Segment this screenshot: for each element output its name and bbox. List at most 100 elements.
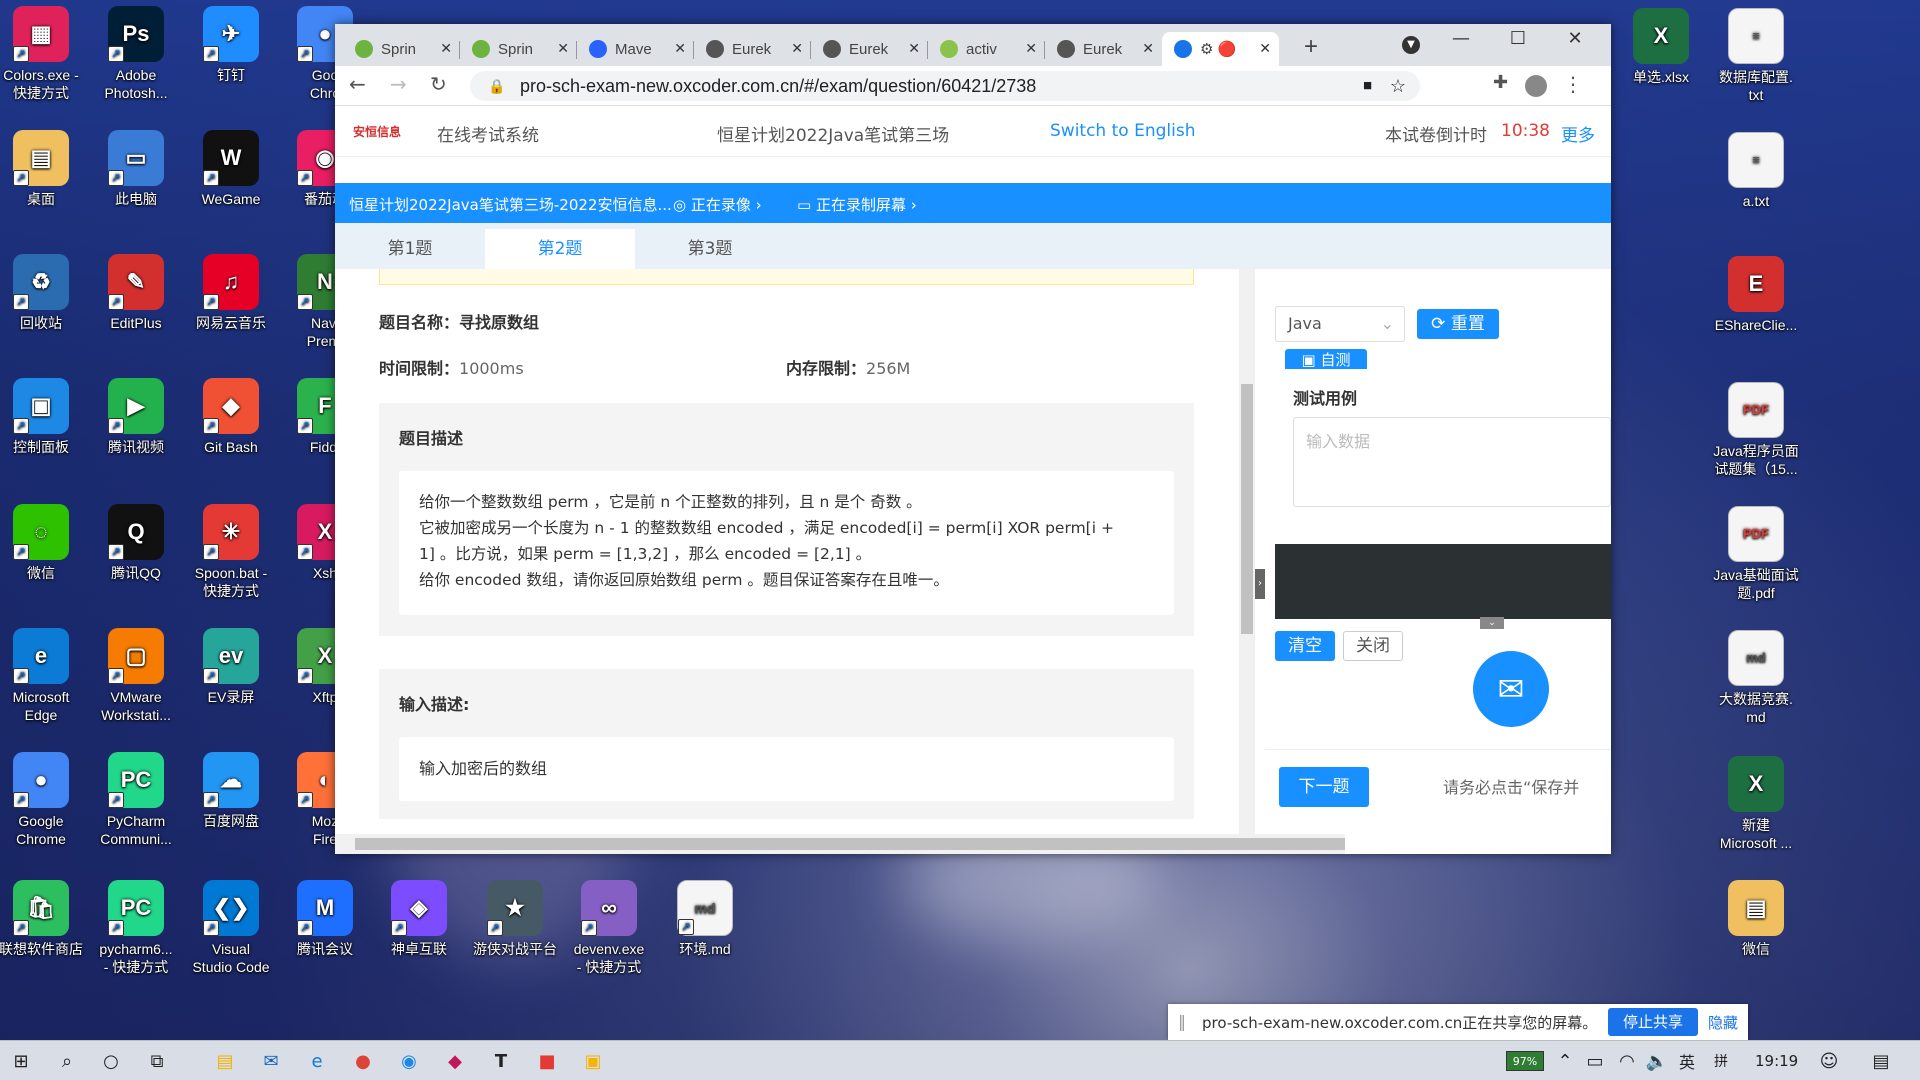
desktop-icon[interactable]: md ↗ 环境.md (658, 880, 752, 958)
profile-avatar[interactable] (1525, 75, 1547, 97)
browser-tab[interactable]: Sprin ✕ (343, 32, 460, 66)
drag-handle-icon[interactable]: ‖ (1178, 1012, 1186, 1031)
back-icon[interactable]: ← (349, 72, 366, 96)
url-field[interactable]: 🔒 pro-sch-exam-new.oxcoder.com.cn/#/exam… (470, 71, 1420, 101)
vertical-scrollbar[interactable] (1239, 269, 1255, 834)
close-tab-icon[interactable]: ✕ (557, 40, 569, 57)
desktop-icon[interactable]: ☁ ↗ 百度网盘 (184, 752, 278, 830)
start-button[interactable]: ⊞ (6, 1047, 36, 1075)
lock-icon[interactable]: 🔒 (488, 71, 505, 101)
ime-mode[interactable]: 拼 (1706, 1047, 1736, 1075)
desktop-icon[interactable]: ● ↗ Google Chrome (0, 752, 88, 848)
desktop-icon[interactable]: W ↗ WeGame (184, 130, 278, 208)
tab-question-3[interactable]: 第3题 (635, 229, 785, 269)
next-question-button[interactable]: 下一题 (1279, 767, 1369, 807)
panel-divider-handle[interactable]: › (1255, 569, 1265, 599)
notification-icon[interactable]: ▤ (1866, 1047, 1896, 1075)
horizontal-scroll-thumb[interactable] (355, 838, 1345, 850)
close-tab-icon[interactable]: ✕ (674, 40, 686, 57)
vertical-scroll-thumb[interactable] (1241, 384, 1253, 634)
chrome-icon[interactable]: ● (348, 1047, 378, 1075)
browser-tab[interactable]: activ ✕ (928, 32, 1045, 66)
desktop-icon[interactable]: ▦ ↗ Colors.exe - 快捷方式 (0, 6, 88, 102)
feedback-icon[interactable]: ☺ (1814, 1047, 1844, 1075)
menu-kebab-icon[interactable]: ⋮ (1563, 72, 1583, 96)
reload-icon[interactable]: ↻ (430, 72, 447, 96)
more-link[interactable]: 更多 (1561, 121, 1595, 146)
desktop-icon[interactable]: ▭ ↗ 此电脑 (89, 130, 183, 208)
minimize-button[interactable]: — (1436, 28, 1486, 49)
sticky-app-icon[interactable]: ▣ (578, 1047, 608, 1075)
desktop-icon[interactable]: ≡ a.txt (1709, 132, 1803, 210)
desktop-icon[interactable]: ev ↗ EV录屏 (184, 628, 278, 706)
close-tab-icon[interactable]: ✕ (440, 40, 452, 57)
browser-tab[interactable]: Sprin ✕ (460, 32, 577, 66)
clock[interactable]: 19:19 (1755, 1052, 1798, 1070)
new-tab-button[interactable]: + (1300, 30, 1330, 64)
desktop-icon[interactable]: ≡ 数据库配置. txt (1709, 8, 1803, 104)
desktop-icon[interactable]: ∞ ↗ devenv.exe - 快捷方式 (562, 880, 656, 976)
desktop-icon[interactable]: M ↗ 腾讯会议 (278, 880, 372, 958)
mail-icon[interactable]: ✉ (256, 1047, 286, 1075)
desktop-icon[interactable]: ❮❯ ↗ Visual Studio Code (184, 880, 278, 976)
ime-language[interactable]: 英 (1672, 1047, 1702, 1075)
desktop-icon[interactable]: ◈ ↗ 神卓互联 (372, 880, 466, 958)
tab-search-icon[interactable]: ▼ (1402, 36, 1420, 54)
desktop-icon[interactable]: PC ↗ pycharm6... - 快捷方式 (89, 880, 183, 976)
desktop-icon[interactable]: X 单选.xlsx (1614, 8, 1708, 86)
horizontal-scrollbar[interactable] (335, 834, 1345, 854)
tab-question-1[interactable]: 第1题 (335, 229, 485, 269)
desktop-icon[interactable]: Ps ↗ Adobe Photosh... (89, 6, 183, 102)
browser-tab[interactable]: Eurek ✕ (811, 32, 928, 66)
task-view-icon[interactable]: ⧉ (142, 1047, 172, 1075)
close-button[interactable]: 关闭 (1343, 631, 1403, 661)
desktop-icon[interactable]: ◆ ↗ Git Bash (184, 378, 278, 456)
power-icon[interactable]: ▭ (1580, 1047, 1610, 1075)
close-tab-icon[interactable]: ✕ (1025, 40, 1037, 57)
desktop-icon[interactable]: ★ ↗ 游侠对战平台 (468, 880, 562, 958)
clear-button[interactable]: 清空 (1275, 631, 1335, 661)
desktop-icon[interactable]: ◌ ↗ 微信 (0, 504, 88, 582)
bookmark-star-icon[interactable]: ☆ (1390, 71, 1406, 101)
desktop-icon[interactable]: 🛍 ↗ 联想软件商店 (0, 880, 88, 958)
desktop-icon[interactable]: ✎ ↗ EditPlus (89, 254, 183, 332)
maximize-button[interactable]: ☐ (1493, 28, 1543, 49)
test-input-field[interactable]: 输入数据 (1293, 417, 1611, 507)
desktop-icon[interactable]: Q ↗ 腾讯QQ (89, 504, 183, 582)
language-select[interactable]: Java ⌄ (1275, 306, 1405, 342)
recording-screen-status[interactable]: ▭ 正在录制屏幕 › (797, 194, 917, 215)
file-explorer-icon[interactable]: ▤ (210, 1047, 240, 1075)
extensions-icon[interactable]: ✚ (1493, 72, 1508, 93)
reset-button[interactable]: ⟳ 重置 (1417, 309, 1499, 339)
app-blue-icon[interactable]: ◉ (394, 1047, 424, 1075)
hide-button[interactable]: 隐藏 (1708, 1012, 1738, 1033)
wifi-icon[interactable]: ◠ (1612, 1047, 1642, 1075)
cortana-icon[interactable]: ○ (96, 1047, 126, 1075)
red-app-icon[interactable]: ■ (532, 1047, 562, 1075)
desktop-icon[interactable]: ▣ ↗ 控制面板 (0, 378, 88, 456)
self-test-tab[interactable]: ▣ 自测 (1285, 349, 1367, 369)
desktop-icon[interactable]: ♻ ↗ 回收站 (0, 254, 88, 332)
desktop-icon[interactable]: ✈ ↗ 钉钉 (184, 6, 278, 84)
collapse-icon[interactable]: ⌄ (1480, 617, 1504, 629)
volume-icon[interactable]: 🔈 (1642, 1047, 1672, 1075)
browser-tab[interactable]: Mave ✕ (577, 32, 694, 66)
browser-tab[interactable]: ⚙ 🔴 ✕ (1162, 32, 1279, 66)
show-hidden-icons[interactable]: ⌃ (1550, 1047, 1580, 1075)
close-tab-icon[interactable]: ✕ (1259, 40, 1271, 57)
browser-tab[interactable]: Eurek ✕ (694, 32, 811, 66)
desktop-icon[interactable]: md 大数据竞赛. md (1709, 630, 1803, 726)
contact-mail-button[interactable]: ✉ (1473, 651, 1549, 727)
desktop-icon[interactable]: PC ↗ PyCharm Communi... (89, 752, 183, 848)
desktop-icon[interactable]: E EShareClie... (1709, 256, 1803, 334)
desktop-icon[interactable]: ▤ ↗ 桌面 (0, 130, 88, 208)
desktop-icon[interactable]: e ↗ Microsoft Edge (0, 628, 88, 724)
close-tab-icon[interactable]: ✕ (1142, 40, 1154, 57)
desktop-icon[interactable]: ♫ ↗ 网易云音乐 (184, 254, 278, 332)
switch-language-link[interactable]: Switch to English (1050, 121, 1195, 141)
battery-indicator[interactable]: 97% (1506, 1051, 1544, 1071)
close-tab-icon[interactable]: ✕ (791, 40, 803, 57)
desktop-icon[interactable]: PDF Java基础面试 题.pdf (1709, 506, 1803, 602)
forward-icon[interactable]: → (390, 72, 407, 96)
stop-sharing-button[interactable]: 停止共享 (1608, 1008, 1698, 1036)
